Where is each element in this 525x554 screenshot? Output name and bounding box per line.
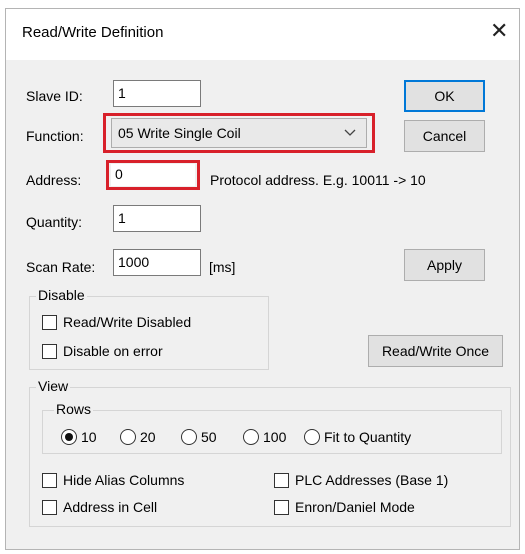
rows-20-label: 20: [140, 429, 156, 445]
cancel-button[interactable]: Cancel: [404, 120, 485, 152]
address-input[interactable]: 0: [111, 164, 195, 186]
background-window-strip: [0, 0, 525, 8]
rows-fit-to-quantity-label: Fit to Quantity: [324, 429, 412, 445]
enron-daniel-mode-label: Enron/Daniel Mode: [295, 499, 415, 515]
function-dropdown[interactable]: 05 Write Single Coil: [111, 118, 367, 148]
scan-rate-unit: [ms]: [209, 259, 236, 275]
rows-10-radio[interactable]: [61, 429, 77, 445]
rows-100-label: 100: [263, 429, 287, 445]
rows-100-radio[interactable]: [243, 429, 259, 445]
scan-rate-label: Scan Rate:: [26, 259, 96, 275]
apply-button[interactable]: Apply: [404, 249, 485, 281]
read-write-disabled-label: Read/Write Disabled: [63, 314, 192, 330]
address-label: Address:: [26, 172, 82, 188]
rows-fit-to-quantity-radio[interactable]: [304, 429, 320, 445]
radio-selected-dot: [65, 433, 73, 441]
rows-50-label: 50: [201, 429, 217, 445]
function-label: Function:: [26, 128, 84, 144]
dialog-title: Read/Write Definition: [22, 24, 164, 41]
disable-group-legend: Disable: [36, 287, 87, 303]
disable-on-error-label: Disable on error: [63, 343, 163, 359]
hide-alias-columns-label: Hide Alias Columns: [63, 472, 185, 488]
rows-group-legend: Rows: [54, 401, 94, 417]
address-in-cell-checkbox[interactable]: [42, 500, 57, 515]
chevron-down-icon: [344, 119, 356, 157]
rows-10-label: 10: [81, 429, 97, 445]
enron-daniel-mode-checkbox[interactable]: [274, 500, 289, 515]
disable-on-error-checkbox[interactable]: [42, 344, 57, 359]
slave-id-label: Slave ID:: [26, 88, 83, 104]
ok-button[interactable]: OK: [404, 80, 485, 112]
hide-alias-columns-checkbox[interactable]: [42, 473, 57, 488]
address-in-cell-label: Address in Cell: [63, 499, 158, 515]
read-write-once-button[interactable]: Read/Write Once: [368, 335, 503, 367]
view-group-legend: View: [36, 378, 71, 394]
address-hint: Protocol address. E.g. 10011 -> 10: [210, 172, 426, 188]
plc-addresses-checkbox[interactable]: [274, 473, 289, 488]
quantity-label: Quantity:: [26, 214, 83, 230]
plc-addresses-label: PLC Addresses (Base 1): [295, 472, 449, 488]
scan-rate-input[interactable]: 1000: [113, 249, 201, 276]
rows-20-radio[interactable]: [120, 429, 136, 445]
quantity-input[interactable]: 1: [113, 205, 201, 232]
slave-id-input[interactable]: 1: [113, 80, 201, 107]
function-dropdown-value: 05 Write Single Coil: [118, 125, 241, 141]
rows-50-radio[interactable]: [181, 429, 197, 445]
close-icon[interactable]: ✕: [490, 20, 508, 42]
read-write-disabled-checkbox[interactable]: [42, 315, 57, 330]
